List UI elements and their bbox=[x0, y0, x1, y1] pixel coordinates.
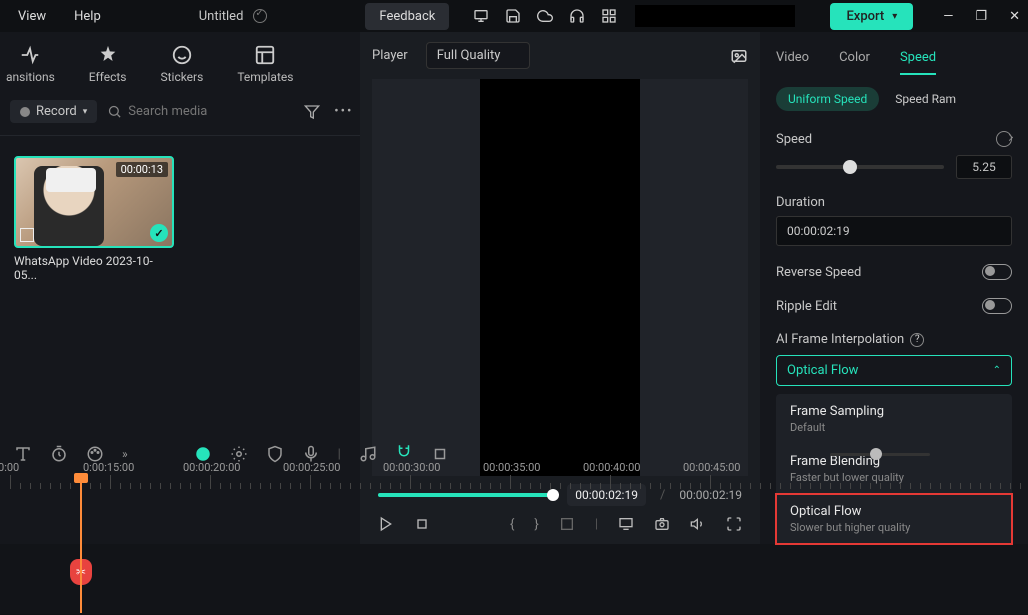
maximize-button[interactable]: ❐ bbox=[975, 9, 987, 24]
ripple-edit-toggle[interactable] bbox=[982, 298, 1012, 314]
feedback-button[interactable]: Feedback bbox=[365, 3, 449, 30]
zoom-slider[interactable] bbox=[830, 453, 930, 456]
reverse-speed-toggle[interactable] bbox=[982, 264, 1012, 280]
window-controls: — ❐ ✕ bbox=[943, 9, 1020, 24]
help-icon[interactable]: ? bbox=[910, 333, 924, 347]
subtab-speed-ramp[interactable]: Speed Ram bbox=[895, 87, 956, 111]
saved-status-icon bbox=[253, 9, 267, 23]
filmstrip-icon bbox=[20, 228, 34, 242]
speed-label: Speed bbox=[776, 132, 812, 147]
properties-panel: Video Color Speed Uniform Speed Speed Ra… bbox=[760, 32, 1028, 544]
ripple-edit-label: Ripple Edit bbox=[776, 299, 837, 314]
export-button[interactable]: Export▾ bbox=[830, 3, 913, 30]
record-dot-icon bbox=[20, 107, 30, 117]
more-icon[interactable]: ••• bbox=[334, 104, 353, 120]
snapshot-icon[interactable] bbox=[730, 47, 748, 65]
subtab-uniform-speed[interactable]: Uniform Speed bbox=[776, 87, 879, 111]
chevron-down-icon: ▾ bbox=[892, 11, 897, 22]
minimize-button[interactable]: — bbox=[943, 9, 953, 24]
close-button[interactable]: ✕ bbox=[1009, 9, 1020, 24]
duration-input[interactable]: 00:00:02:19 bbox=[776, 216, 1012, 246]
reverse-speed-label: Reverse Speed bbox=[776, 265, 861, 280]
menu-help[interactable]: Help bbox=[64, 5, 111, 28]
ai-interp-label: AI Frame Interpolation bbox=[776, 332, 904, 347]
ai-interp-dropdown[interactable]: Optical Flow⌃ bbox=[776, 355, 1012, 386]
player-label: Player bbox=[372, 48, 408, 63]
grid-icon[interactable] bbox=[601, 8, 617, 24]
quality-select[interactable]: Full Quality bbox=[426, 42, 530, 69]
duration-label: Duration bbox=[776, 195, 1012, 210]
document-title: Untitled bbox=[199, 9, 244, 24]
chevron-down-icon: ▾ bbox=[83, 107, 88, 117]
tab-stickers[interactable]: Stickers bbox=[160, 44, 203, 84]
record-button[interactable]: Record ▾ bbox=[10, 100, 97, 123]
tab-video[interactable]: Video bbox=[776, 42, 809, 75]
clip-duration-badge: 00:00:13 bbox=[116, 162, 168, 177]
menu-view[interactable]: View bbox=[8, 5, 56, 28]
playhead[interactable] bbox=[80, 475, 82, 613]
chevron-up-icon: ⌃ bbox=[993, 365, 1001, 376]
title-mask bbox=[635, 5, 795, 27]
magnet-icon[interactable] bbox=[395, 443, 413, 461]
shield-icon[interactable] bbox=[266, 445, 284, 463]
video-preview[interactable] bbox=[372, 79, 748, 476]
tab-color[interactable]: Color bbox=[839, 42, 870, 75]
search-input[interactable] bbox=[128, 104, 294, 119]
cloud-icon[interactable] bbox=[537, 8, 553, 24]
media-thumbnail[interactable]: 00:00:13 ✓ WhatsApp Video 2023-10-05... bbox=[14, 156, 174, 282]
tab-templates[interactable]: Templates bbox=[237, 44, 293, 84]
timeline-tracks[interactable]: ✂ bbox=[0, 503, 1028, 613]
tab-transitions[interactable]: ansitions bbox=[6, 44, 55, 84]
music-icon[interactable] bbox=[359, 445, 377, 463]
timeline-ruler[interactable]: 0:10:000:00:15:0000:00:20:0000:00:25:000… bbox=[0, 475, 1028, 503]
checkmark-icon: ✓ bbox=[150, 224, 168, 242]
more-tools-icon[interactable]: » bbox=[122, 447, 128, 461]
clip-filename: WhatsApp Video 2023-10-05... bbox=[14, 254, 174, 282]
save-icon[interactable] bbox=[505, 8, 521, 24]
tab-speed[interactable]: Speed bbox=[900, 42, 936, 75]
tab-effects[interactable]: Effects bbox=[89, 44, 127, 84]
search-icon bbox=[107, 104, 122, 119]
headphones-icon[interactable] bbox=[569, 8, 585, 24]
filter-icon[interactable] bbox=[304, 104, 320, 120]
timer-icon[interactable] bbox=[50, 445, 68, 463]
monitor-icon[interactable] bbox=[473, 8, 489, 24]
speed-slider[interactable] bbox=[776, 165, 944, 169]
speed-value[interactable]: 5.25 bbox=[956, 155, 1012, 179]
option-frame-sampling[interactable]: Frame SamplingDefault bbox=[776, 394, 1012, 444]
header-icons bbox=[473, 8, 617, 24]
reset-icon[interactable] bbox=[996, 131, 1012, 147]
menu-bar: View Help Untitled Feedback Export▾ — ❐ … bbox=[0, 0, 1028, 32]
